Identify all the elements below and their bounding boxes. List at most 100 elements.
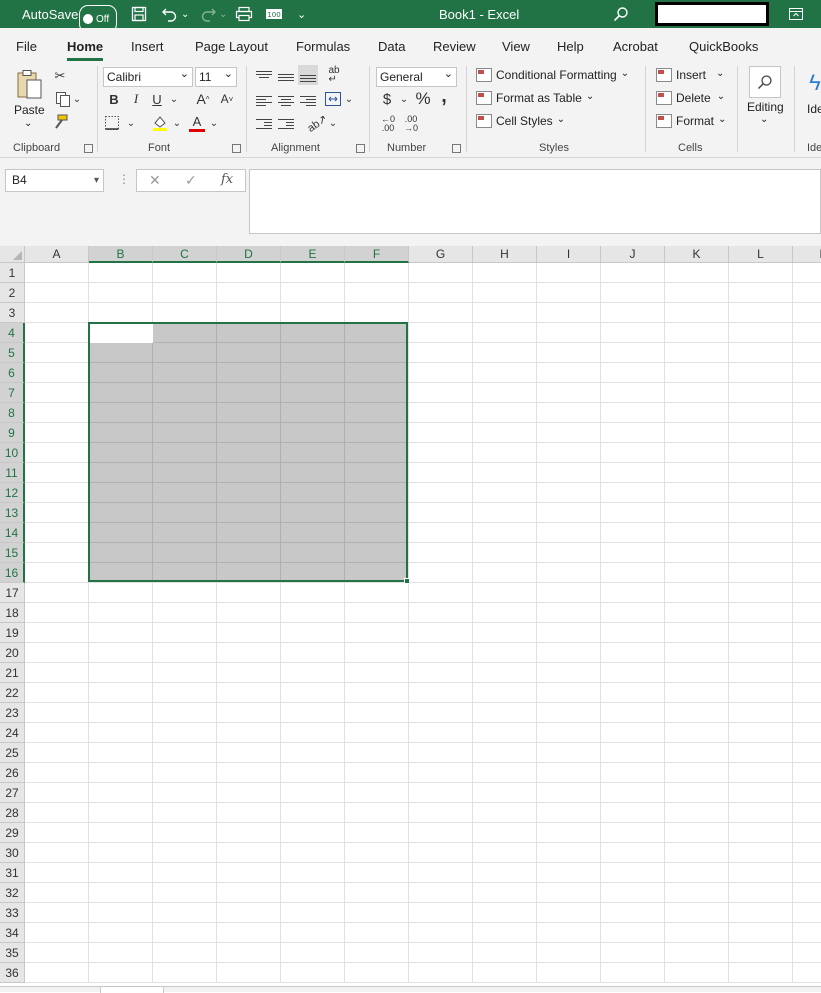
tab-home[interactable]: Home	[67, 39, 104, 61]
column-header-j[interactable]: J	[601, 246, 665, 263]
row-header-5[interactable]: 5	[0, 343, 25, 363]
quick-print-icon[interactable]	[235, 0, 253, 28]
column-header-e[interactable]: E	[281, 246, 345, 263]
row-header-3[interactable]: 3	[0, 303, 25, 323]
borders-dropdown-icon[interactable]: ⌄	[125, 117, 137, 129]
alignment-launcher-icon[interactable]	[356, 144, 365, 153]
column-header-l[interactable]: L	[729, 246, 793, 263]
column-header-i[interactable]: I	[537, 246, 601, 263]
font-name-select[interactable]: Calibri	[103, 65, 193, 87]
copy-dropdown-icon[interactable]: ⌄	[72, 93, 82, 105]
tab-acrobat[interactable]: Acrobat	[613, 39, 658, 54]
increase-indent-icon[interactable]	[278, 115, 294, 131]
row-header-16[interactable]: 16	[0, 563, 25, 583]
increase-decimal-button[interactable]: ←0 .00	[378, 114, 398, 134]
row-header-24[interactable]: 24	[0, 723, 25, 743]
grow-font-button[interactable]: A ^	[194, 91, 212, 107]
number-launcher-icon[interactable]	[452, 144, 461, 153]
decrease-decimal-button[interactable]: .00 →0	[401, 114, 421, 134]
row-header-34[interactable]: 34	[0, 923, 25, 943]
column-header-f[interactable]: F	[345, 246, 409, 263]
paste-icon[interactable]	[14, 68, 46, 102]
selected-range[interactable]	[88, 322, 410, 584]
format-as-table-button[interactable]: Format as Table ⌄	[476, 91, 594, 105]
ideas-button[interactable]: Ide	[807, 102, 821, 116]
row-header-12[interactable]: 12	[0, 483, 25, 503]
clipboard-launcher-icon[interactable]	[84, 144, 93, 153]
format-cells-button[interactable]: Format ⌄	[656, 114, 726, 128]
fill-color-icon[interactable]	[150, 114, 170, 132]
sheet-tab[interactable]	[100, 987, 164, 993]
active-cell[interactable]	[90, 324, 153, 343]
insert-cells-button[interactable]: Insert ⌄	[656, 68, 724, 82]
align-left-icon[interactable]	[256, 91, 272, 107]
row-header-21[interactable]: 21	[0, 663, 25, 683]
cancel-entry-icon[interactable]: ✕	[149, 172, 161, 189]
undo-icon[interactable]	[161, 0, 179, 28]
decrease-indent-icon[interactable]	[256, 115, 272, 131]
row-header-10[interactable]: 10	[0, 443, 25, 463]
italic-button[interactable]: I	[128, 91, 144, 107]
tab-data[interactable]: Data	[378, 39, 405, 54]
bottom-align-icon[interactable]	[298, 65, 318, 85]
merge-dropdown-icon[interactable]: ⌄	[343, 93, 355, 105]
currency-button[interactable]: $	[380, 91, 394, 108]
row-header-6[interactable]: 6	[0, 363, 25, 383]
row-header-9[interactable]: 9	[0, 423, 25, 443]
wrap-text-icon[interactable]: ab ↵	[326, 66, 342, 85]
column-header-m[interactable]: M	[793, 246, 821, 263]
percent-button[interactable]: %	[415, 89, 431, 108]
bold-button[interactable]: B	[106, 91, 122, 107]
orientation-dropdown-icon[interactable]: ⌄	[327, 117, 339, 129]
formula-input[interactable]	[249, 169, 821, 234]
row-header-29[interactable]: 29	[0, 823, 25, 843]
font-launcher-icon[interactable]	[232, 144, 241, 153]
cell-styles-button[interactable]: Cell Styles ⌄	[476, 114, 565, 128]
editing-button[interactable]: Editing	[747, 100, 784, 114]
font-color-dropdown-icon[interactable]: ⌄	[208, 117, 220, 129]
tab-help[interactable]: Help	[557, 39, 584, 54]
row-header-11[interactable]: 11	[0, 463, 25, 483]
currency-dropdown-icon[interactable]: ⌄	[398, 93, 410, 105]
customize-toolbar-icon[interactable]: ⌄	[297, 0, 306, 28]
tab-formulas[interactable]: Formulas	[296, 39, 350, 54]
tab-review[interactable]: Review	[433, 39, 476, 54]
row-header-7[interactable]: 7	[0, 383, 25, 403]
cut-icon[interactable]: ✂	[52, 68, 68, 84]
orientation-icon[interactable]: ab↗	[304, 110, 329, 135]
row-header-15[interactable]: 15	[0, 543, 25, 563]
select-all-button[interactable]	[0, 246, 25, 263]
row-header-26[interactable]: 26	[0, 763, 25, 783]
column-header-g[interactable]: G	[409, 246, 473, 263]
row-header-36[interactable]: 36	[0, 963, 25, 983]
row-header-8[interactable]: 8	[0, 403, 25, 423]
ribbon-display-options-icon[interactable]	[789, 0, 803, 28]
merge-center-icon[interactable]	[324, 91, 342, 107]
column-header-k[interactable]: K	[665, 246, 729, 263]
confirm-entry-icon[interactable]: ✓	[185, 172, 197, 189]
format-painter-icon[interactable]	[52, 114, 68, 130]
fill-color-dropdown-icon[interactable]: ⌄	[171, 117, 183, 129]
row-header-27[interactable]: 27	[0, 783, 25, 803]
top-align-icon[interactable]	[256, 67, 272, 83]
row-header-33[interactable]: 33	[0, 903, 25, 923]
conditional-formatting-button[interactable]: Conditional Formatting ⌄	[476, 68, 629, 82]
shrink-font-button[interactable]: A ˅	[218, 91, 236, 107]
tab-file[interactable]: File	[16, 39, 37, 54]
row-header-14[interactable]: 14	[0, 523, 25, 543]
column-header-b[interactable]: B	[89, 246, 153, 263]
undo-dropdown-icon[interactable]: ⌄	[181, 0, 189, 28]
zoom-100-icon[interactable]: 100	[265, 0, 283, 28]
row-header-2[interactable]: 2	[0, 283, 25, 303]
row-header-23[interactable]: 23	[0, 703, 25, 723]
column-header-c[interactable]: C	[153, 246, 217, 263]
underline-dropdown-icon[interactable]: ⌄	[168, 93, 180, 105]
row-header-22[interactable]: 22	[0, 683, 25, 703]
tab-view[interactable]: View	[502, 39, 530, 54]
redo-icon[interactable]	[199, 0, 217, 28]
row-header-20[interactable]: 20	[0, 643, 25, 663]
row-header-25[interactable]: 25	[0, 743, 25, 763]
font-size-select[interactable]: 11	[195, 65, 237, 87]
insert-function-icon[interactable]: fx	[221, 172, 233, 187]
ideas-icon[interactable]: ϟ	[808, 70, 821, 96]
